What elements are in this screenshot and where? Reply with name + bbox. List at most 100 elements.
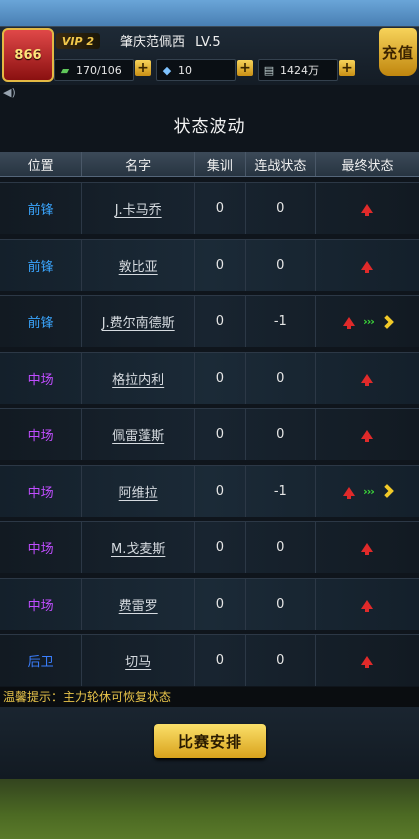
training-value: 0 bbox=[195, 409, 246, 460]
match-schedule-button[interactable]: 比赛安排 bbox=[154, 724, 266, 758]
table-row[interactable]: 中场 阿维拉 0 -1 ››› bbox=[0, 464, 419, 517]
column-header-final: 最终状态 bbox=[341, 158, 394, 174]
column-header-training: 集训 bbox=[195, 152, 246, 176]
player-name-link[interactable]: 阿维拉 bbox=[119, 482, 158, 501]
table-row[interactable]: 中场 M.戈麦斯 0 0 bbox=[0, 521, 419, 573]
status-up-icon bbox=[361, 599, 374, 612]
streak-value: 0 bbox=[246, 183, 316, 234]
recharge-button[interactable]: 充值 bbox=[379, 28, 417, 76]
streak-value: 0 bbox=[246, 635, 316, 686]
table-row[interactable]: 前锋 J.费尔南德斯 0 -1 ››› bbox=[0, 295, 419, 347]
player-name-link[interactable]: 敦比亚 bbox=[119, 256, 158, 275]
player-name-link[interactable]: 格拉内利 bbox=[112, 369, 164, 388]
streak-value: 0 bbox=[246, 578, 316, 630]
player-name-link[interactable]: J.卡马乔 bbox=[115, 199, 162, 218]
player-name-link[interactable]: 费雷罗 bbox=[119, 595, 158, 614]
final-status: ››› bbox=[316, 466, 419, 517]
status-up-icon bbox=[361, 543, 374, 555]
training-value: 0 bbox=[195, 465, 246, 517]
page-title: 状态波动 bbox=[173, 117, 246, 137]
speaker-icon[interactable]: ◀) bbox=[3, 86, 16, 99]
status-up-icon bbox=[361, 373, 374, 386]
table-row[interactable]: 中场 费雷罗 0 0 bbox=[0, 577, 419, 630]
diamond-value: 10 bbox=[178, 63, 192, 77]
final-status bbox=[316, 353, 419, 404]
table-row[interactable]: 前锋 敦比亚 0 0 bbox=[0, 238, 419, 291]
user-info: 肇庆范佩西 LV.5 bbox=[120, 31, 221, 50]
final-status: ››› bbox=[316, 296, 419, 347]
player-position: 中场 bbox=[0, 465, 83, 517]
user-level: LV.5 bbox=[195, 35, 221, 50]
table-row[interactable]: 前锋 J.卡马乔 0 0 bbox=[0, 182, 419, 234]
player-position: 前锋 bbox=[0, 296, 83, 347]
status-up-icon bbox=[343, 317, 356, 329]
stamina-bar: ▰ 170/106 bbox=[54, 59, 134, 81]
avatar[interactable]: 866 bbox=[2, 28, 54, 82]
final-status bbox=[316, 635, 419, 686]
player-position: 中场 bbox=[0, 522, 83, 573]
player-name-cell: J.费尔南德斯 bbox=[82, 296, 196, 347]
add-stamina-button[interactable]: + bbox=[135, 60, 151, 76]
username: 肇庆范佩西 bbox=[120, 35, 186, 50]
avatar-number: 866 bbox=[14, 47, 42, 63]
player-name-link[interactable]: M.戈麦斯 bbox=[111, 538, 165, 557]
streak-value: -1 bbox=[246, 465, 316, 517]
final-status bbox=[316, 183, 419, 234]
player-name-cell: 敦比亚 bbox=[82, 239, 196, 291]
stamina-value: 170/106 bbox=[76, 63, 122, 77]
streak-value: 0 bbox=[246, 239, 316, 291]
table-row[interactable]: 中场 格拉内利 0 0 bbox=[0, 351, 419, 404]
streak-value: 0 bbox=[246, 352, 316, 404]
player-position: 中场 bbox=[0, 409, 83, 460]
table-row[interactable]: 中场 佩雷蓬斯 0 0 bbox=[0, 408, 419, 460]
status-up-icon bbox=[361, 260, 374, 273]
training-value: 0 bbox=[195, 578, 246, 630]
streak-value: 0 bbox=[246, 409, 316, 460]
player-position: 前锋 bbox=[0, 183, 83, 234]
status-down-icon bbox=[380, 484, 394, 498]
training-value: 0 bbox=[195, 183, 246, 234]
add-diamond-button[interactable]: + bbox=[237, 60, 253, 76]
column-header-position: 位置 bbox=[0, 152, 83, 176]
training-value: 0 bbox=[195, 296, 246, 347]
transition-chevron-icon: ››› bbox=[363, 315, 375, 328]
status-up-icon bbox=[361, 430, 374, 442]
player-name-cell: M.戈麦斯 bbox=[82, 522, 196, 573]
player-position: 前锋 bbox=[0, 239, 83, 291]
player-name-cell: 格拉内利 bbox=[82, 352, 196, 404]
table-row[interactable]: 后卫 切马 0 0 bbox=[0, 634, 419, 686]
tip-text: 温馨提示：主力轮休可恢复状态 bbox=[0, 687, 419, 707]
player-name-link[interactable]: 佩雷蓬斯 bbox=[112, 425, 164, 444]
player-name-cell: 费雷罗 bbox=[82, 578, 196, 630]
player-position: 中场 bbox=[0, 578, 83, 630]
final-status bbox=[316, 522, 419, 573]
final-status bbox=[316, 240, 419, 291]
status-up-icon bbox=[361, 204, 374, 216]
streak-value: -1 bbox=[246, 296, 316, 347]
player-name-link[interactable]: J.费尔南德斯 bbox=[102, 312, 175, 331]
status-up-icon bbox=[361, 656, 374, 668]
status-down-icon bbox=[380, 314, 394, 328]
status-up-icon bbox=[343, 486, 356, 499]
table-header: 位置 名字 集训 连战状态 最终状态 bbox=[0, 152, 419, 177]
add-coin-button[interactable]: + bbox=[339, 60, 355, 76]
transition-chevron-icon: ››› bbox=[363, 484, 375, 498]
player-name-cell: 切马 bbox=[82, 635, 196, 686]
player-name-cell: 阿维拉 bbox=[82, 465, 196, 517]
cash-icon: ▤ bbox=[263, 63, 275, 77]
final-status bbox=[316, 409, 419, 460]
streak-value: 0 bbox=[246, 522, 316, 573]
pitch-background bbox=[0, 779, 419, 839]
player-position: 中场 bbox=[0, 352, 83, 404]
diamond-icon: ◆ bbox=[162, 63, 172, 77]
coin-bar: ▤ 1424万 bbox=[258, 59, 338, 81]
vip-badge[interactable]: VIP 2 bbox=[56, 33, 100, 49]
final-status bbox=[316, 579, 419, 630]
stamina-icon: ▰ bbox=[60, 63, 70, 77]
player-name-link[interactable]: 切马 bbox=[125, 651, 151, 670]
training-value: 0 bbox=[195, 352, 246, 404]
player-name-cell: 佩雷蓬斯 bbox=[82, 409, 196, 460]
training-value: 0 bbox=[195, 239, 246, 291]
player-position: 后卫 bbox=[0, 635, 83, 686]
column-header-streak: 连战状态 bbox=[246, 152, 316, 176]
